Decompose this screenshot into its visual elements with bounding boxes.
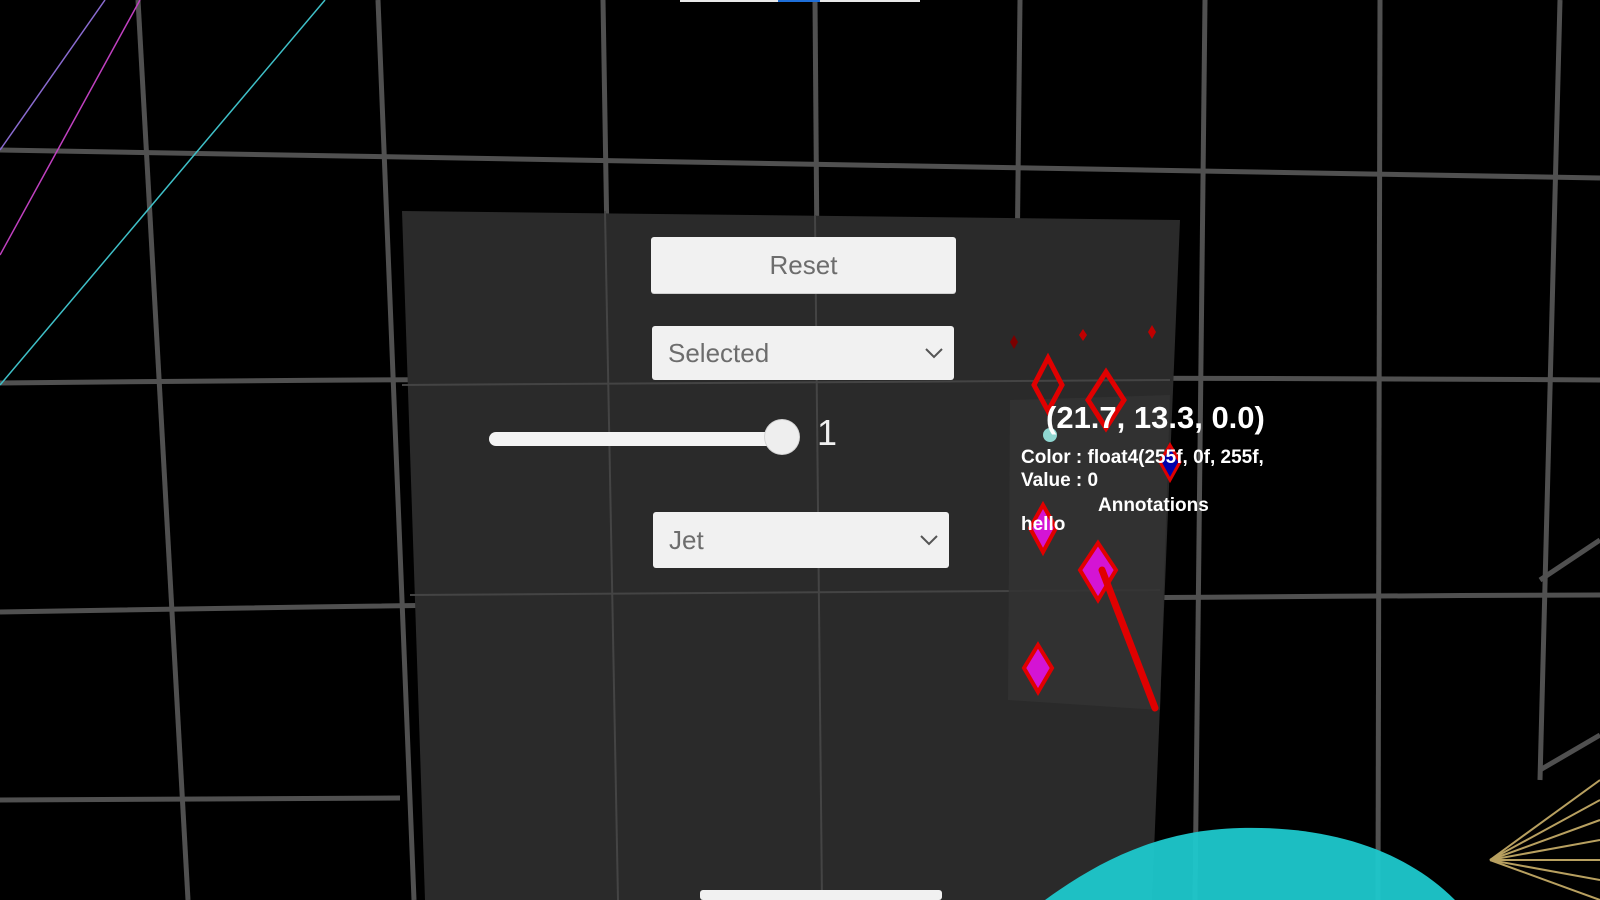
vector-lines <box>1489 779 1600 900</box>
slider-track[interactable] <box>489 432 779 446</box>
selection-dropdown-value: Selected <box>668 337 770 368</box>
chevron-down-icon <box>914 326 954 380</box>
vr-scene <box>0 0 1600 900</box>
bottom-partial-button[interactable] <box>700 890 942 900</box>
reset-button[interactable]: Reset <box>651 237 956 293</box>
cursor-dot-icon <box>1043 428 1057 442</box>
colormap-dropdown[interactable]: Jet <box>653 512 949 568</box>
selection-dropdown[interactable]: Selected <box>652 326 954 380</box>
chevron-down-icon <box>909 512 949 568</box>
colormap-dropdown-value: Jet <box>669 524 704 555</box>
top-bar-accent <box>778 0 820 2</box>
slider-handle[interactable] <box>765 420 799 454</box>
plot-lines <box>0 0 326 386</box>
reset-button-label: Reset <box>769 249 838 280</box>
